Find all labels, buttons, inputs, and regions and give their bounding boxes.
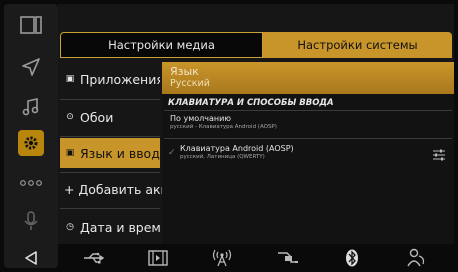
mirror-link-icon[interactable] [398, 244, 434, 272]
category-list: ▣ Приложения ⊙ Обои ▣ Язык и ввод + Доба… [60, 62, 164, 244]
category-date-time[interactable]: ◷ Дата и время [60, 212, 160, 242]
usb-icon[interactable] [76, 244, 112, 272]
video-icon[interactable] [140, 244, 176, 272]
radio-icon[interactable] [204, 244, 240, 272]
music-icon[interactable] [4, 92, 58, 122]
clock-icon: ◷ [66, 222, 74, 232]
check-icon: ✓ [168, 148, 176, 158]
back-button[interactable] [4, 244, 58, 272]
keyboard-title: Клавиатура Android (AOSP) [180, 144, 294, 153]
category-label: Язык и ввод [80, 145, 160, 161]
tab-media-settings[interactable]: Настройки медиа [60, 32, 263, 58]
category-label: Обои [80, 109, 114, 125]
aux-input-icon[interactable] [270, 244, 306, 272]
keyboard-icon: ▣ [65, 148, 75, 158]
tune-icon [433, 149, 445, 161]
wallpaper-icon: ⊙ [66, 112, 74, 122]
settings-nav-item[interactable] [4, 128, 58, 158]
keyboard-setting[interactable]: Клавиатура Android (AOSP) русский, Латин… [180, 144, 294, 160]
keyboard-settings-button[interactable] [432, 146, 446, 165]
divider [164, 138, 452, 139]
default-input-subtitle: русский - Клавиатура Android (AOSP) [170, 124, 277, 130]
bottom-bar [58, 244, 458, 272]
tab-system-label: Настройки системы [297, 38, 418, 52]
language-input-content: Язык Русский КЛАВИАТУРА И СПОСОБЫ ВВОДА … [162, 62, 454, 244]
divider [60, 99, 160, 100]
apps-icon: ▣ [65, 74, 75, 84]
tab-media-label: Настройки медиа [108, 38, 215, 52]
category-label: Дата и время [80, 219, 160, 235]
category-add-account[interactable]: + Добавить аккаунт [60, 174, 164, 204]
keyboard-subtitle: русский, Латиница (QWERTY) [180, 154, 265, 160]
split-screen-icon[interactable] [4, 10, 58, 40]
tab-system-settings[interactable]: Настройки системы [263, 32, 452, 58]
language-title: Язык [170, 65, 199, 78]
divider [164, 110, 452, 111]
left-rail [4, 4, 58, 268]
section-header: КЛАВИАТУРА И СПОСОБЫ ВВОДА [168, 98, 334, 108]
bluetooth-icon[interactable] [334, 244, 370, 272]
default-input-title: По умолчанию [170, 114, 232, 123]
language-value: Русский [170, 78, 210, 89]
divider [60, 208, 160, 209]
divider [60, 172, 160, 173]
microphone-icon[interactable] [4, 206, 58, 236]
navigation-icon[interactable] [4, 52, 58, 82]
language-setting[interactable]: Язык Русский [162, 62, 454, 94]
category-language-input[interactable]: ▣ Язык и ввод [60, 138, 160, 168]
category-wallpaper[interactable]: ⊙ Обои [60, 102, 160, 132]
default-input-setting[interactable]: По умолчанию русский - Клавиатура Androi… [170, 114, 277, 130]
gear-icon [18, 130, 44, 156]
back-arrow-icon [25, 251, 37, 265]
divider [60, 136, 160, 137]
settings-tabs: Настройки медиа Настройки системы [60, 32, 452, 58]
category-label: Приложения [80, 71, 160, 87]
category-apps[interactable]: ▣ Приложения [60, 64, 160, 94]
settings-panel: Настройки медиа Настройки системы ▣ Прил… [58, 4, 454, 244]
category-label: + Добавить аккаунт [64, 181, 164, 197]
more-apps-icon[interactable] [4, 168, 58, 198]
